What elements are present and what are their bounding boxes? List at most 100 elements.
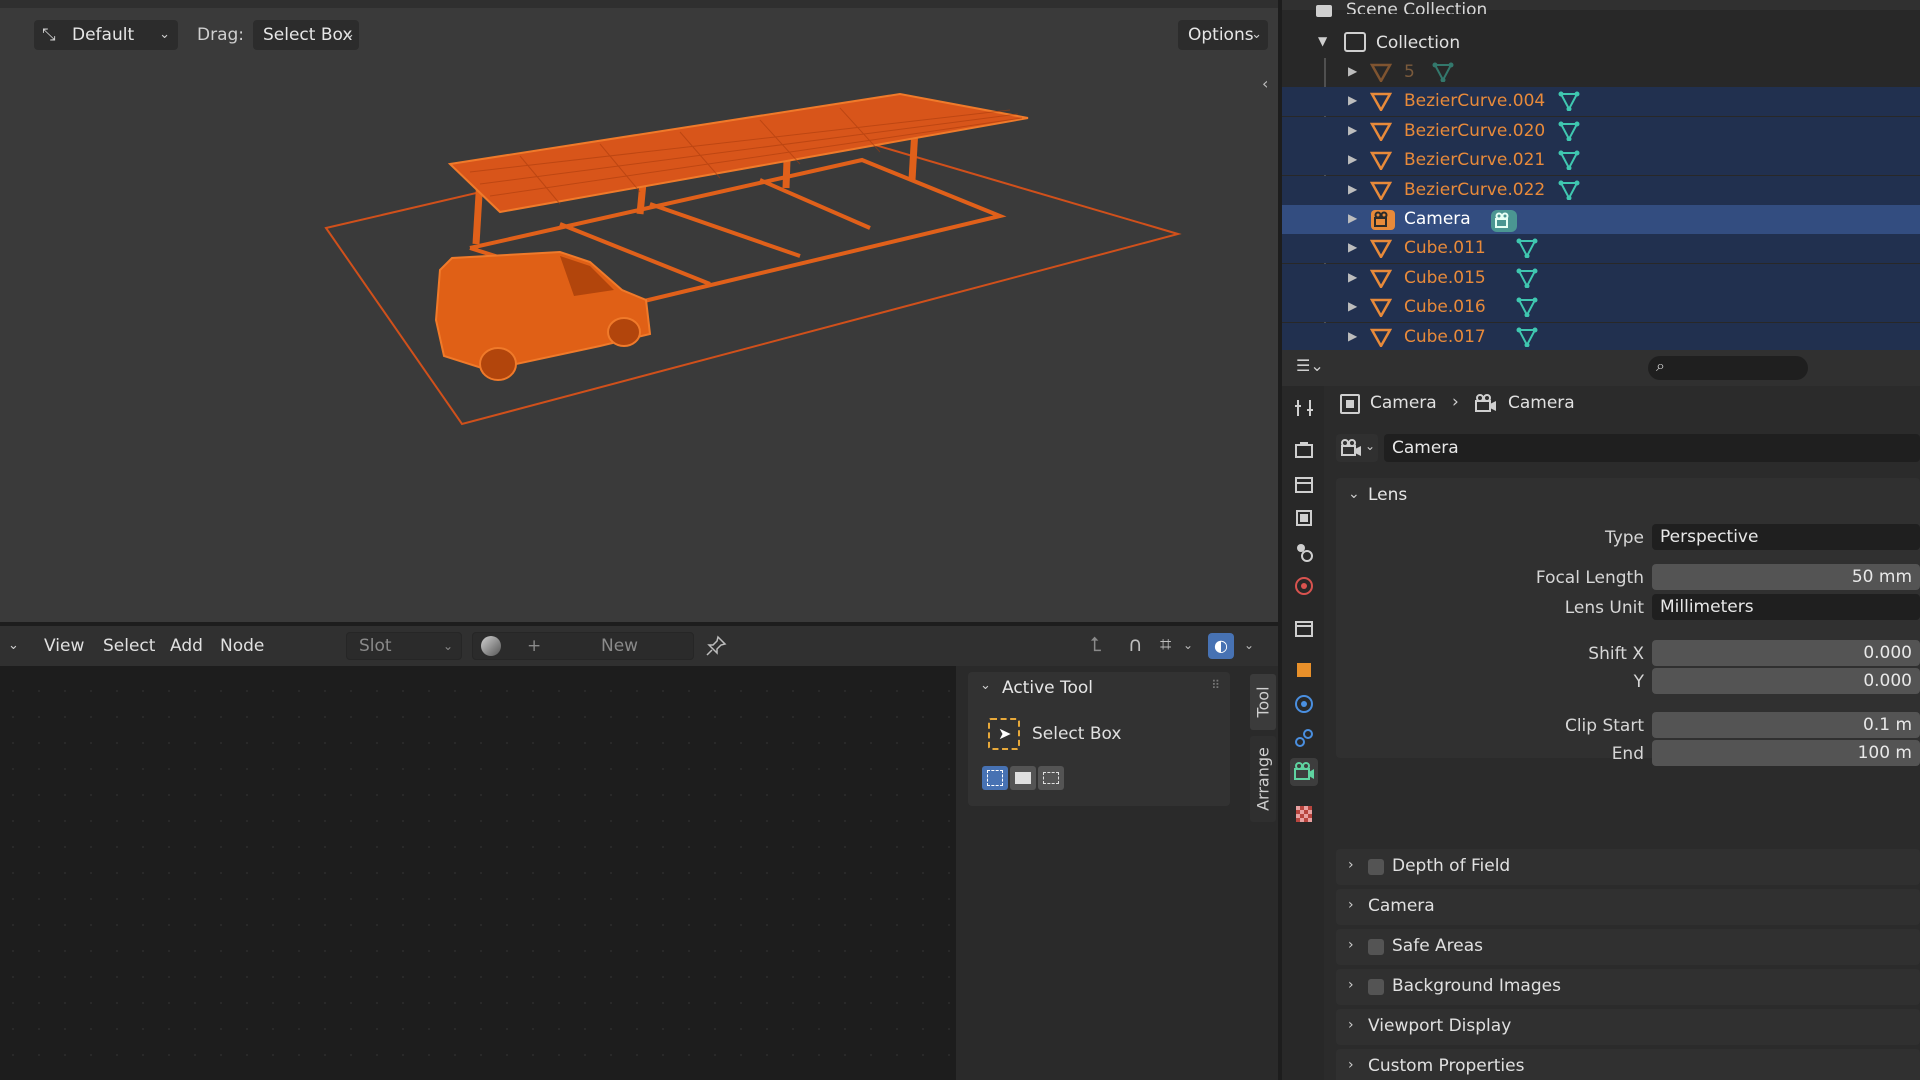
material-browse-field[interactable]: + New [472,632,694,660]
panel-camera[interactable]: › Camera [1336,889,1920,925]
datablock-browse-button[interactable]: ⌄ [1336,434,1378,462]
background-images-checkbox[interactable] [1368,979,1384,995]
outliner-row[interactable]: ▶ BezierCurve.020 [1282,116,1920,146]
mesh-data-icon[interactable] [1516,327,1538,350]
datablock-name-field[interactable]: Camera [1384,434,1920,462]
properties-search-input[interactable]: ⌕ [1648,356,1808,380]
focal-length-field[interactable]: 50 mm [1652,564,1920,590]
editor-type-icon[interactable]: ☰⌄ [1296,356,1324,378]
snap-grid-icon[interactable]: ⌗ [1160,632,1171,656]
outliner-row[interactable]: ▶ BezierCurve.004 [1282,87,1920,117]
outliner-row[interactable]: ▶ Cube.017 [1282,322,1920,350]
tab-scene-icon[interactable] [1290,538,1318,566]
outliner-row[interactable]: ▶ BezierCurve.022 [1282,175,1920,205]
outliner-item-name[interactable]: Cube.017 [1404,327,1486,347]
shader-node-editor[interactable]: ⌄ View Select Add Node Slot ⌄ + New ⮤ ∩ … [0,626,1278,1080]
tab-constraints-icon[interactable] [1290,724,1318,752]
lens-unit-dropdown[interactable]: Millimeters [1652,594,1920,620]
viewport-scene[interactable] [0,0,1278,622]
breadcrumb-object[interactable]: Camera [1370,393,1437,413]
outliner-item-name[interactable]: BezierCurve.020 [1404,121,1545,141]
tab-world-icon[interactable] [1290,572,1318,600]
chevron-down-icon[interactable]: ⌄ [1244,638,1254,652]
chevron-down-icon[interactable]: ⌄ [1183,638,1193,652]
sidebar-toggle-icon[interactable]: ‹ [1262,74,1268,93]
scene-collection-label[interactable]: Scene Collection [1346,2,1487,14]
menu-node[interactable]: Node [220,626,264,666]
tab-tool-icon[interactable] [1290,394,1318,422]
select-box-tool-icon[interactable]: ➤ [988,718,1020,750]
chevron-down-icon[interactable]: ⌄ [980,678,991,693]
mesh-data-icon[interactable] [1432,62,1454,87]
mesh-data-icon[interactable] [1558,91,1580,116]
outliner-item-name[interactable]: Cube.016 [1404,297,1486,317]
safe-areas-checkbox[interactable] [1368,939,1384,955]
menu-select[interactable]: Select [103,626,155,666]
depth-of-field-checkbox[interactable] [1368,859,1384,875]
tab-output-icon[interactable] [1290,470,1318,498]
outliner-item-name[interactable]: Cube.011 [1404,238,1486,258]
outliner-item-name[interactable]: BezierCurve.004 [1404,91,1545,111]
tab-collection-icon[interactable] [1290,614,1318,642]
outliner-row[interactable]: ▶ Cube.016 [1282,293,1920,323]
slot-dropdown[interactable]: Slot ⌄ [346,632,462,660]
breadcrumb-data[interactable]: Camera [1508,393,1575,413]
outliner-item-name[interactable]: 5 [1404,62,1415,82]
outliner-item-name[interactable]: BezierCurve.022 [1404,180,1545,200]
tab-physics-icon[interactable] [1290,690,1318,718]
mesh-data-icon[interactable] [1516,238,1538,263]
mode-subtract-icon[interactable] [1038,766,1064,790]
mesh-data-icon[interactable] [1558,121,1580,146]
lens-panel-title[interactable]: Lens [1368,485,1407,505]
expand-arrow-icon[interactable]: ▶ [1348,211,1357,225]
editor-type-chevron-icon[interactable]: ⌄ [8,626,19,666]
outliner-row[interactable]: ▶ BezierCurve.021 [1282,146,1920,176]
tab-tool[interactable]: Tool [1250,674,1276,730]
tab-view-layer-icon[interactable] [1290,504,1318,532]
lens-type-dropdown[interactable]: Perspective [1652,524,1920,550]
panel-custom-properties[interactable]: › Custom Properties [1336,1049,1920,1080]
outliner-item-name[interactable]: Cube.015 [1404,268,1486,288]
expand-arrow-icon[interactable]: ▶ [1348,182,1357,196]
expand-collection-icon[interactable]: ▼ [1318,34,1327,48]
expand-arrow-icon[interactable]: ▶ [1348,64,1357,78]
3d-viewport[interactable]: ⤡ Default ⌄ Drag: Select Box ⌄ Options ⌄… [0,0,1278,622]
expand-arrow-icon[interactable]: ▶ [1348,152,1357,166]
properties-editor[interactable]: ☰⌄ ⌕ Camera › Camera ⌄ Camera ⌄ Lens Typ… [1282,350,1920,1080]
collection-label[interactable]: Collection [1376,33,1460,53]
chevron-down-icon[interactable]: ⌄ [1348,486,1360,502]
outliner-item-name[interactable]: Camera [1404,209,1471,229]
outliner[interactable]: Scene Collection ▼ Collection ▶ 5 ▶ BezierC… [1282,0,1920,350]
options-dropdown[interactable]: Options ⌄ [1178,20,1268,50]
tab-object-icon[interactable] [1290,656,1318,684]
expand-arrow-icon[interactable]: ▶ [1348,299,1357,313]
expand-arrow-icon[interactable]: ▶ [1348,329,1357,343]
tab-camera-data-icon[interactable] [1290,758,1318,786]
expand-arrow-icon[interactable]: ▶ [1348,240,1357,254]
shift-x-field[interactable]: 0.000 [1652,640,1920,666]
drag-handle-icon[interactable]: ⠿ [1211,678,1220,692]
menu-view[interactable]: View [44,626,84,666]
mesh-data-icon[interactable] [1558,150,1580,175]
pin-icon[interactable] [704,634,728,658]
mode-new-icon[interactable] [982,766,1008,790]
outliner-row[interactable]: ▶ Camera [1282,205,1920,234]
panel-depth-of-field[interactable]: › Depth of Field [1336,849,1920,885]
outliner-row[interactable]: ▶ 5 [1282,58,1920,87]
mesh-data-icon[interactable] [1558,180,1580,205]
clip-start-field[interactable]: 0.1 m [1652,712,1920,738]
overlays-icon[interactable]: ◐ [1208,633,1234,659]
orientation-dropdown[interactable]: ⤡ Default ⌄ [34,20,178,50]
expand-arrow-icon[interactable]: ▶ [1348,270,1357,284]
parent-node-tree-icon[interactable]: ⮤ [1090,632,1102,656]
panel-background-images[interactable]: › Background Images [1336,969,1920,1005]
expand-arrow-icon[interactable]: ▶ [1348,93,1357,107]
active-tool-title[interactable]: Active Tool [1002,678,1093,698]
outliner-row[interactable]: ▶ Cube.015 [1282,263,1920,293]
mode-extend-icon[interactable] [1010,766,1036,790]
mesh-data-icon[interactable] [1516,268,1538,293]
drag-dropdown[interactable]: Select Box ⌄ [253,20,359,50]
shift-y-field[interactable]: 0.000 [1652,668,1920,694]
expand-arrow-icon[interactable]: ▶ [1348,123,1357,137]
outliner-item-name[interactable]: BezierCurve.021 [1404,150,1545,170]
